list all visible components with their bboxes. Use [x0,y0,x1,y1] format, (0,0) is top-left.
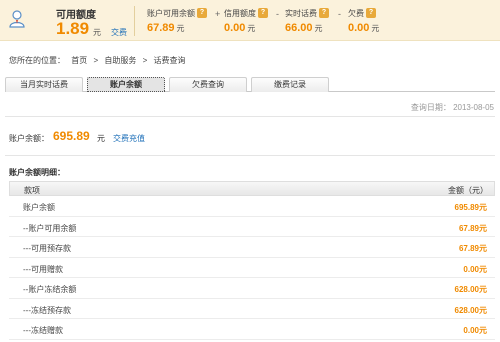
metric-unit: 元 [371,24,380,33]
row-item: 账户余额 [23,203,55,212]
table-row: --账户可用余额 67.89元 [9,217,495,237]
metric-label: 账户可用余额 [147,9,195,18]
operator-minus: - [338,9,341,19]
top-up-link[interactable]: 交费充值 [113,133,145,144]
tab-arrears-query[interactable]: 欠费查询 [169,77,247,92]
table-row: ---可用赠款 0.00元 [9,258,495,278]
row-amount: 67.89元 [458,244,487,253]
credit-unit: 元 [93,28,101,37]
row-amount: 0.00元 [463,326,487,335]
breadcrumb-bill-query: 话费查询 [153,56,186,65]
query-date: 查询日期： 2013-08-05 [410,103,494,112]
row-amount: 695.89元 [454,203,487,212]
balance-detail-title: 账户余额明细： [9,168,65,177]
metric-label: 信用额度 [224,9,256,18]
row-item: --账户冻结余额 [23,285,77,294]
row-item: ---冻结赠款 [23,326,63,335]
balance-detail-table: 款项 金额（元） 账户余额 695.89元 --账户可用余额 67.89元 --… [9,181,495,340]
operator-minus: - [276,9,279,19]
breadcrumb-self-service[interactable]: 自助服务 [104,56,136,65]
help-icon[interactable]: ? [319,8,329,18]
table-row: ---可用预存款 67.89元 [9,237,495,258]
help-icon[interactable]: ? [258,8,268,18]
help-icon[interactable]: ? [197,8,207,18]
metric-arrears: 欠费? 0.00 元 [348,8,379,34]
table-row: ---冻结赠款 0.00元 [9,319,495,340]
tab-account-balance[interactable]: 账户余额 [87,77,165,92]
divider [5,155,495,156]
metric-value: 66.00 [285,22,313,34]
balance-unit: 元 [97,134,105,143]
table-row: --账户冻结余额 628.00元 [9,278,495,299]
metric-value: 0.00 [348,22,370,34]
table-header: 款项 金额（元） [9,181,495,196]
metric-label: 实时话费 [285,9,317,18]
metric-label: 欠费 [348,9,364,18]
tab-bar: 当月实时话费 账户余额 欠费查询 缴费记录 [5,77,495,92]
breadcrumb-separator: > [93,56,99,65]
row-item: ---可用预存款 [23,244,71,253]
balance-label: 账户余额： [9,134,49,143]
help-icon[interactable]: ? [366,8,376,18]
operator-plus: + [215,9,221,19]
table-row: ---冻结预存款 628.00元 [9,299,495,319]
user-avatar-icon [9,10,25,28]
metric-credit-limit: 信用额度? 0.00 元 [224,8,268,34]
row-amount: 67.89元 [458,223,487,233]
divider [5,116,495,117]
row-item: ---冻结预存款 [23,305,71,315]
row-amount: 628.00元 [454,305,487,315]
breadcrumb-separator: > [142,56,148,65]
account-summary-bar: 可用额度 1.89 元 交费 账户可用余额? 67.89 元 + 信用额度? 0.… [0,0,500,41]
breadcrumb-home[interactable]: 首页 [71,56,87,65]
row-item: ---可用赠款 [23,264,63,274]
metric-realtime-charges: 实时话费? 66.00 元 [285,8,329,34]
breadcrumb-prefix: 您所在的位置： [9,56,65,65]
metric-value: 0.00 [224,22,246,34]
metric-available-balance: 账户可用余额? 67.89 元 [147,8,207,34]
balance-value: 695.89 [53,129,90,143]
tab-monthly-realtime-charges[interactable]: 当月实时话费 [5,77,83,92]
breadcrumb: 您所在的位置： 首页 > 自助服务 > 话费查询 [9,55,190,66]
row-amount: 0.00元 [463,264,487,274]
metric-unit: 元 [314,24,323,33]
metric-value: 67.89 [147,22,175,34]
metric-unit: 元 [176,24,185,33]
column-header-item: 款项 [24,186,40,195]
metric-unit: 元 [247,24,256,33]
column-header-amount: 金额（元） [448,186,488,195]
table-row: 账户余额 695.89元 [9,196,495,217]
credit-amount: 1.89 [56,19,90,38]
credit-pay-link[interactable]: 交费 [111,27,127,38]
row-item: --账户可用余额 [23,223,77,233]
tab-payment-records[interactable]: 缴费记录 [251,77,329,92]
row-amount: 628.00元 [454,285,487,294]
summary-divider [134,6,135,36]
